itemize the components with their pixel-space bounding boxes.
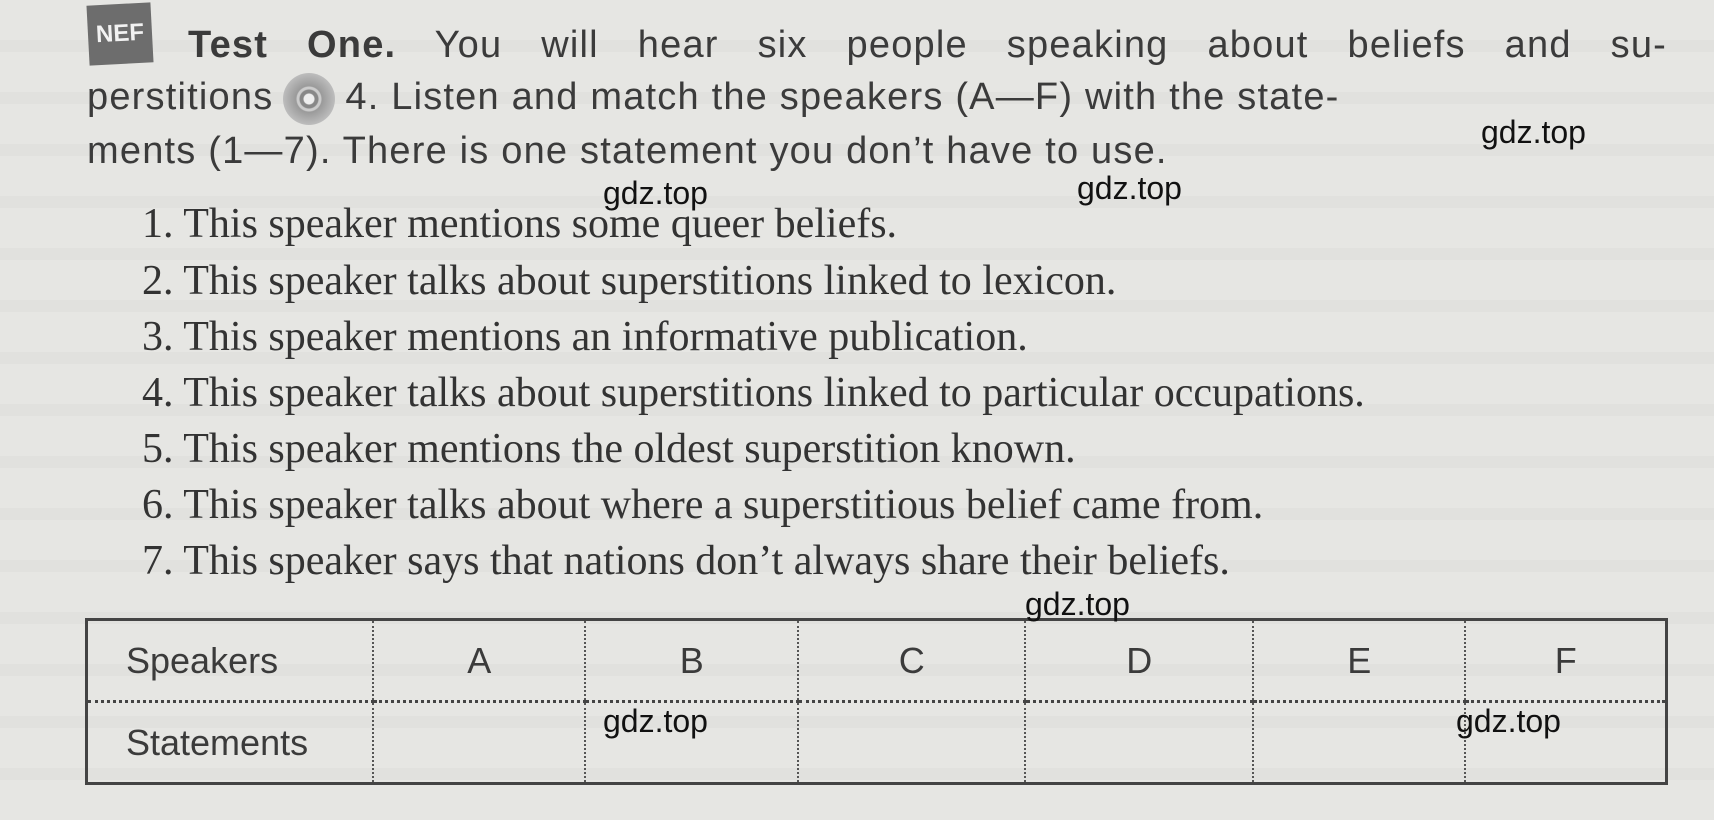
- speakers-row: Speakers A B C D E F: [85, 618, 1668, 703]
- statement-1: 1. This speaker mentions some queer beli…: [142, 201, 898, 247]
- row-header-speakers: Speakers: [85, 618, 374, 703]
- instructions-text: You will hear six people speaking about …: [434, 24, 1668, 66]
- answer-cell-e[interactable]: [1251, 700, 1467, 785]
- cd-icon: [283, 73, 336, 125]
- answer-cell-a[interactable]: [371, 700, 587, 785]
- instructions-text: 4. Listen and match the speakers (A—F) w…: [345, 76, 1340, 119]
- watermark: gdz.top: [603, 175, 708, 211]
- statement-5: 5. This speaker mentions the oldest supe…: [142, 426, 1076, 472]
- nef-badge-icon: NEF: [86, 2, 154, 66]
- speaker-f: F: [1464, 618, 1668, 703]
- statement-2: 2. This speaker talks about superstition…: [142, 258, 1117, 304]
- statement-3: 3. This speaker mentions an informative …: [142, 314, 1028, 360]
- speaker-b: B: [584, 618, 799, 703]
- watermark: gdz.top: [1025, 586, 1130, 622]
- answer-table: Speakers A B C D E F Statements: [85, 618, 1668, 785]
- task-title: Test One.: [188, 24, 397, 66]
- speaker-e: E: [1251, 618, 1467, 703]
- statements-row: Statements: [85, 700, 1668, 785]
- instructions-line-1: Test One. You will hear six people speak…: [188, 22, 1667, 68]
- speaker-d: D: [1024, 618, 1254, 703]
- statement-6: 6. This speaker talks about where a supe…: [142, 482, 1264, 528]
- instructions-line-3: ments (1—7). There is one statement you …: [87, 130, 1168, 172]
- speaker-c: C: [796, 618, 1027, 703]
- row-header-statements: Statements: [85, 700, 374, 785]
- instructions-text: perstitions: [87, 76, 274, 119]
- watermark: gdz.top: [603, 703, 708, 739]
- statement-4: 4. This speaker talks about superstition…: [142, 370, 1365, 416]
- watermark: gdz.top: [1456, 703, 1561, 739]
- watermark: gdz.top: [1077, 170, 1182, 206]
- speaker-a: A: [371, 618, 587, 703]
- watermark: gdz.top: [1481, 114, 1586, 150]
- answer-cell-d[interactable]: [1024, 700, 1254, 785]
- statement-7: 7. This speaker says that nations don’t …: [142, 538, 1230, 584]
- answer-cell-c[interactable]: [796, 700, 1027, 785]
- instructions-line-2: perstitions 4. Listen and match the speak…: [87, 73, 1667, 125]
